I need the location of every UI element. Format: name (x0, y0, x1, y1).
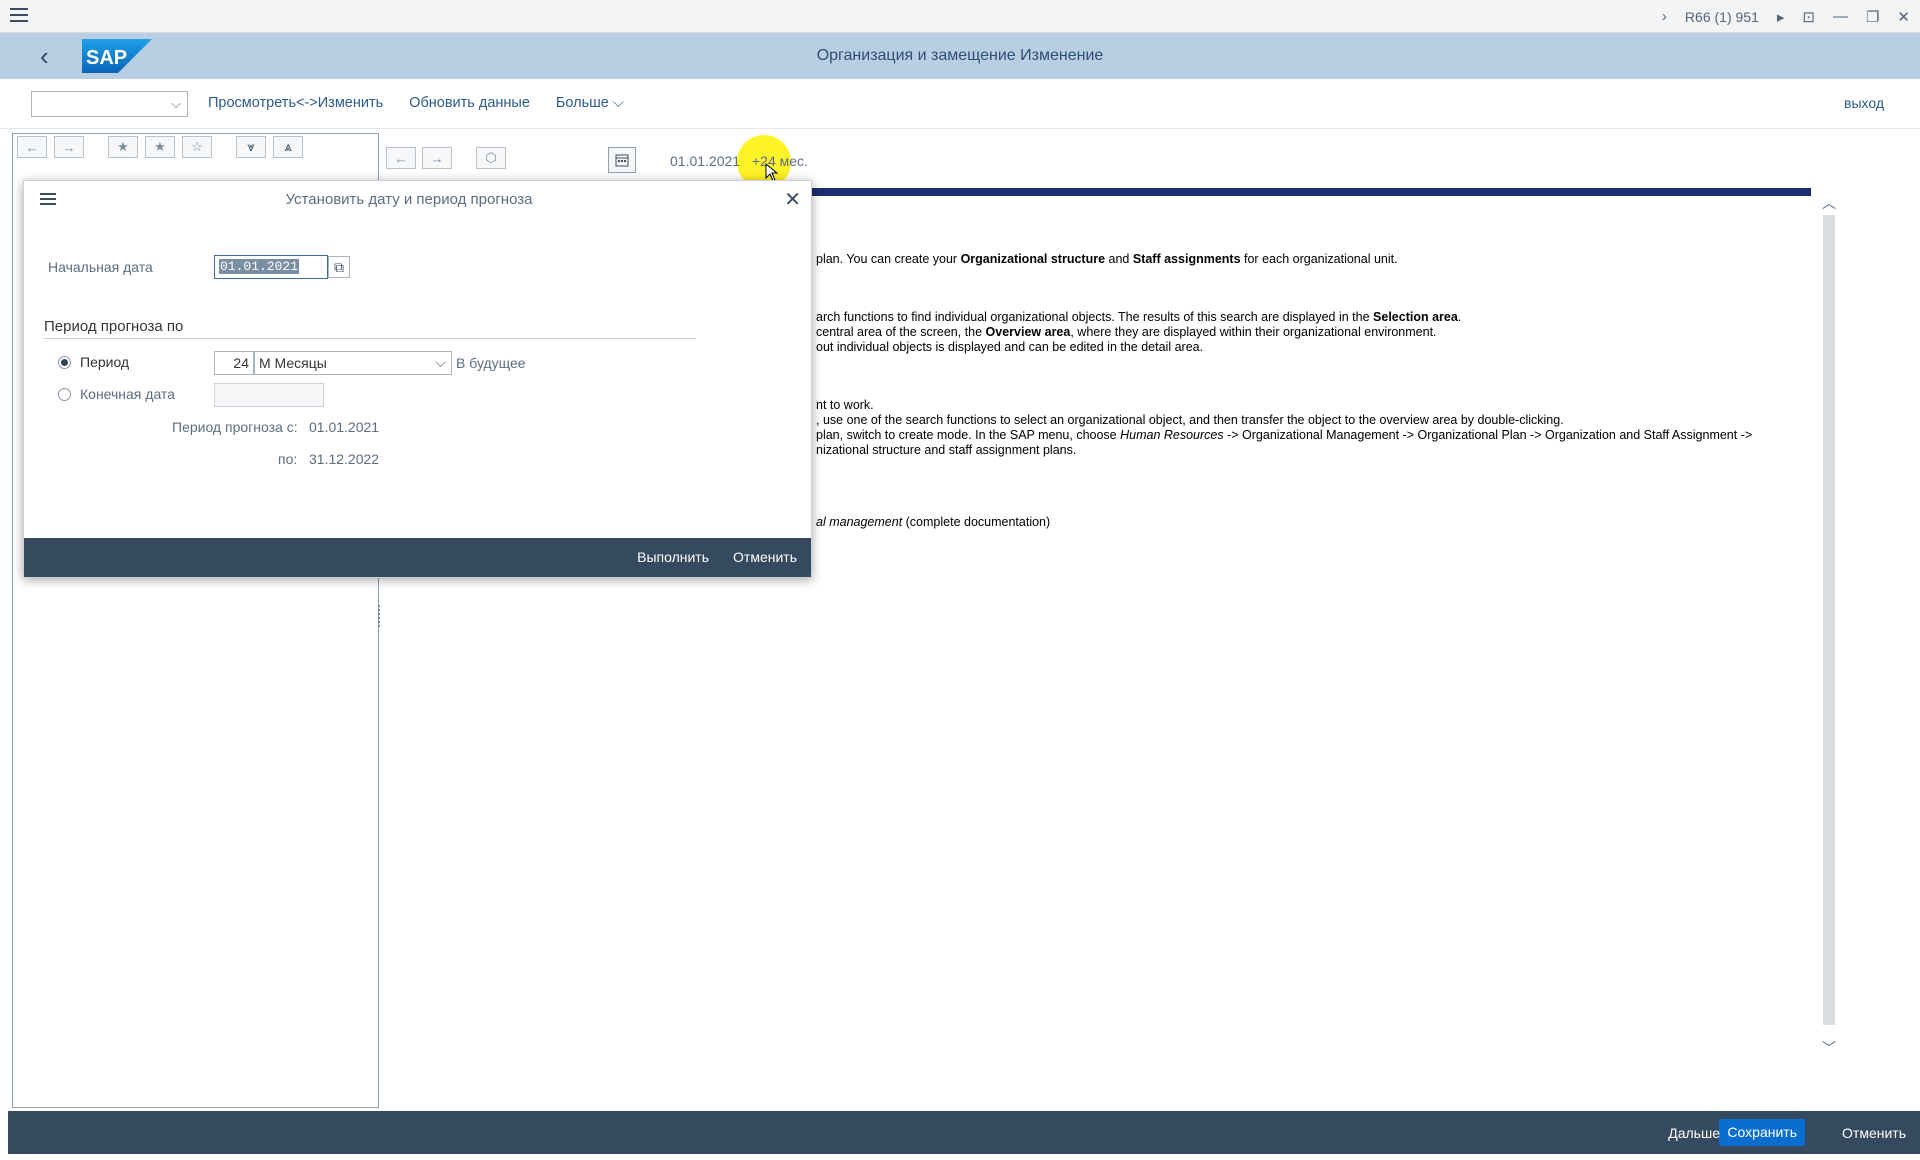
content-line: , use one of the search functions to sel… (816, 413, 1564, 427)
section-divider (44, 338, 696, 339)
forecast-to-value: 31.12.2022 (309, 451, 380, 467)
system-id: R66 (1) 951 (1684, 8, 1759, 25)
arrow-left-icon[interactable]: ← (17, 136, 47, 158)
key-date: 01.01.2021 (670, 153, 741, 169)
future-label: В будущее (456, 355, 526, 371)
chevron-up-icon[interactable]: ︿ (1822, 193, 1836, 213)
exit-button[interactable]: выход (1844, 95, 1884, 111)
dialog-header: Установить дату и период прогноза ✕ (24, 181, 811, 217)
page-title: Организация и замещение Изменение (816, 47, 1104, 64)
forecast-dialog: Установить дату и период прогноза ✕ Нача… (23, 180, 812, 578)
start-date-field[interactable]: 01.01.2021 (214, 255, 328, 279)
forecast-to-label: по: (278, 451, 298, 467)
star-filled-icon[interactable]: ★ (108, 136, 138, 158)
collapse-all-icon[interactable]: ⩓ (273, 136, 303, 158)
cancel-button[interactable]: Отменить (1842, 1125, 1906, 1141)
content-line: out individual objects is displayed and … (816, 340, 1204, 354)
command-dropdown[interactable]: ⌵ (31, 91, 188, 117)
arrow-right-icon[interactable]: → (422, 147, 452, 169)
value-help-icon[interactable]: ⧉ (328, 256, 350, 278)
chevron-down-icon: ⌵ (171, 96, 181, 111)
forecast-from-value: 01.01.2021 (309, 419, 380, 435)
system-bar-right: › R66 (1) 951 ▸ ⊡ — ❐ ✕ (1662, 0, 1910, 33)
close-icon[interactable]: ✕ (1897, 8, 1910, 26)
view-edit-button[interactable]: Просмотреть<->Изменить (208, 95, 383, 111)
footer-bar: Сохранить Дальше Отменить (8, 1111, 1920, 1154)
chevron-right-icon[interactable]: › (1662, 8, 1667, 25)
arrow-right-icon[interactable]: → (54, 136, 84, 158)
forecast-period[interactable]: +24 мес. (752, 153, 808, 169)
period-radio[interactable] (58, 356, 71, 369)
chevron-down-icon: ⌵ (612, 95, 624, 111)
pane-splitter[interactable] (378, 605, 382, 627)
content-line: central area of the screen, the Overview… (816, 325, 1437, 339)
chevron-down-icon: ⌵ (435, 354, 446, 370)
menu-icon[interactable] (10, 8, 28, 24)
execute-button[interactable]: Выполнить (637, 549, 709, 565)
arrow-left-icon[interactable]: ← (386, 147, 416, 169)
header-bar (812, 188, 1811, 196)
star-outline-icon[interactable]: ☆ (182, 136, 212, 158)
start-date-label: Начальная дата (48, 259, 153, 275)
content-line: nizational structure and staff assignmen… (816, 443, 1077, 457)
period-label: Период (80, 354, 130, 370)
content-line: plan, switch to create mode. In the SAP … (816, 428, 1753, 442)
minimize-icon[interactable]: — (1833, 8, 1848, 25)
dialog-footer: Выполнить Отменить (24, 538, 811, 577)
calendar-icon (615, 154, 629, 167)
app-toolbar: ⌵ Просмотреть<->Изменить Обновить данные… (0, 79, 1920, 129)
play-icon[interactable]: ▸ (1777, 8, 1785, 26)
period-unit-select[interactable]: М Месяцы ⌵ (254, 351, 452, 375)
forecast-from-label: Период прогноза с: (172, 419, 298, 435)
content-line: plan. You can create your Organizational… (816, 252, 1398, 266)
chevron-down-icon[interactable]: ﹀ (1822, 1038, 1836, 1058)
close-icon[interactable]: ✕ (784, 187, 801, 212)
more-button[interactable]: Больше ⌵ (556, 95, 624, 111)
calendar-button[interactable] (608, 147, 636, 173)
dialog-cancel-button[interactable]: Отменить (733, 549, 797, 565)
end-date-radio[interactable] (58, 388, 71, 401)
restore-icon[interactable]: ❐ (1866, 8, 1879, 26)
system-bar: › R66 (1) 951 ▸ ⊡ — ❐ ✕ (0, 0, 1920, 33)
star-icon[interactable]: ★ (145, 136, 175, 158)
refresh-button[interactable]: Обновить данные (409, 95, 530, 111)
lock-icon[interactable]: ⊡ (1802, 8, 1815, 26)
save-button[interactable]: Сохранить (1719, 1119, 1805, 1146)
left-toolbar: ← → ★ ★ ☆ ⩔ ⩓ (13, 134, 378, 164)
dialog-title: Установить дату и период прогноза (285, 191, 533, 208)
scrollbar[interactable]: ︿ ﹀ (1820, 193, 1838, 1063)
section-title: Период прогноза по (44, 318, 184, 335)
period-value-field[interactable]: 24 (214, 351, 254, 375)
shell-header: ‹ SAP Организация и замещение Изменение (0, 33, 1920, 79)
expand-all-icon[interactable]: ⩔ (236, 136, 266, 158)
content-line: arch functions to find individual organi… (816, 310, 1462, 324)
end-date-field[interactable] (214, 383, 324, 407)
cube-icon[interactable]: ⬡ (476, 147, 506, 169)
content-line: al management (complete documentation) (816, 515, 1051, 529)
content-line: nt to work. (816, 398, 874, 412)
next-button[interactable]: Дальше (1668, 1125, 1720, 1141)
end-date-label: Конечная дата (80, 386, 175, 402)
